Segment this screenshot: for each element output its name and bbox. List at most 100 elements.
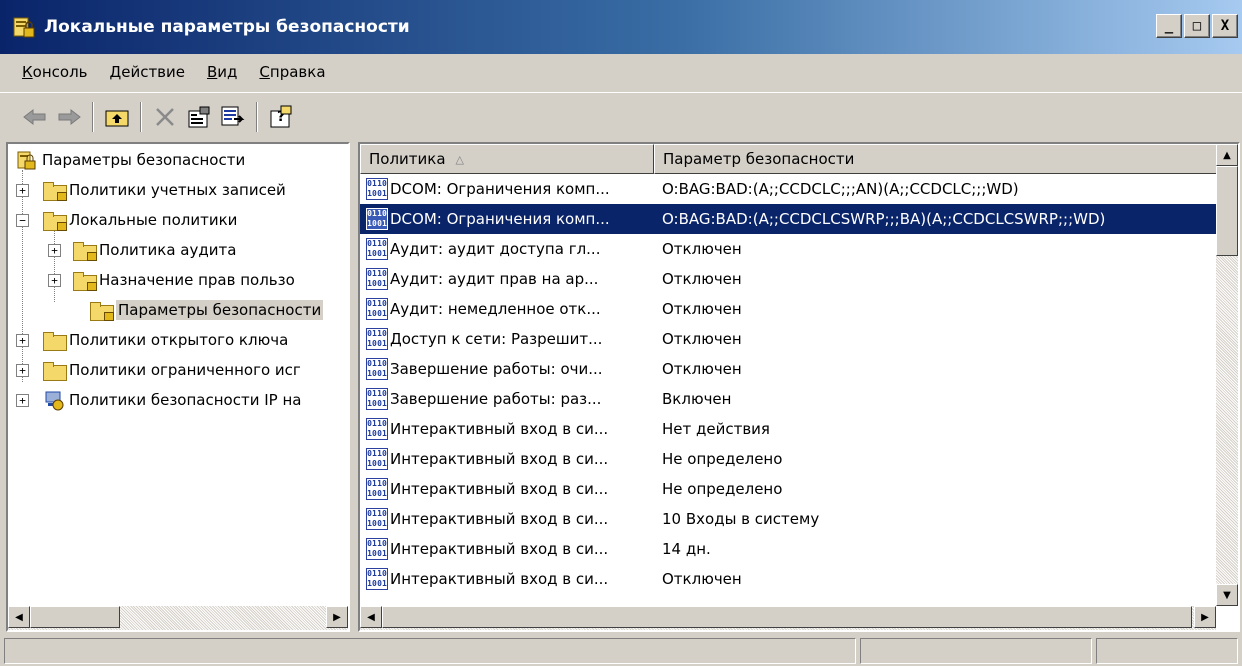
- close-button[interactable]: X: [1212, 14, 1238, 38]
- tree-pane[interactable]: Параметры безопасности + Политики учетны…: [6, 142, 350, 632]
- tree-item-account-policies[interactable]: + Политики учетных записей: [16, 176, 286, 204]
- policy-cell: 01 10 10 01 Аудит: аудит прав на ар...: [360, 268, 654, 290]
- title-bar[interactable]: Локальные параметры безопасности _ □ X: [0, 0, 1242, 54]
- table-row[interactable]: 01 10 10 01 Аудит: аудит доступа гл... Отключ…: [360, 234, 1218, 264]
- policy-setting-icon: 01 10 10 01: [366, 538, 388, 560]
- expand-icon[interactable]: +: [16, 363, 29, 377]
- tree-item-security-settings-root[interactable]: Параметры безопасности: [12, 146, 245, 174]
- column-header-setting[interactable]: Параметр безопасности: [654, 144, 1218, 174]
- toolbar: ?: [0, 92, 1242, 140]
- policy-cell: 01 10 10 01 Интерактивный вход в си...: [360, 418, 654, 440]
- scroll-right-button[interactable]: ▶: [326, 606, 348, 628]
- scroll-right-button[interactable]: ▶: [1194, 606, 1216, 628]
- menu-view[interactable]: Вид: [207, 63, 237, 81]
- policy-cell: 01 10 10 01 Интерактивный вход в си...: [360, 568, 654, 590]
- delete-icon[interactable]: [148, 100, 182, 134]
- policy-setting-icon: 01 10 10 01: [366, 268, 388, 290]
- security-setting-value: Не определено: [662, 480, 783, 498]
- menu-help[interactable]: Справка: [259, 63, 325, 81]
- help-icon[interactable]: ?: [264, 100, 298, 134]
- scroll-left-button[interactable]: ◀: [8, 606, 30, 628]
- scroll-thumb[interactable]: [1216, 166, 1238, 256]
- table-row[interactable]: 01 10 10 01 Интерактивный вход в си... Не опр…: [360, 444, 1218, 474]
- tree-item-label: Назначение прав пользо: [99, 271, 295, 289]
- collapse-icon[interactable]: −: [16, 213, 29, 227]
- policy-cell: 01 10 10 01 Интерактивный вход в си...: [360, 478, 654, 500]
- expand-icon[interactable]: +: [48, 273, 61, 287]
- security-setting-value: 14 дн.: [662, 540, 711, 558]
- properties-icon[interactable]: [182, 100, 216, 134]
- ip-security-icon: [43, 390, 65, 411]
- policy-name: DCOM: Ограничения комп...: [390, 210, 610, 228]
- maximize-button[interactable]: □: [1184, 14, 1210, 38]
- security-policy-icon: [12, 14, 38, 40]
- tree-item-local-policies[interactable]: − Локальные политики: [16, 206, 237, 234]
- table-row[interactable]: 01 10 10 01 Интерактивный вход в си... 10 Вхо…: [360, 504, 1218, 534]
- status-bar: [0, 636, 1242, 666]
- expand-icon[interactable]: +: [16, 183, 29, 197]
- policy-setting-icon: 01 10 10 01: [366, 178, 388, 200]
- tree-item-public-key-policies[interactable]: + Политики открытого ключа: [16, 326, 288, 354]
- back-arrow-icon[interactable]: [18, 100, 52, 134]
- security-setting-value: Отключен: [662, 270, 742, 288]
- tree-item-audit-policy[interactable]: + Политика аудита: [48, 236, 236, 264]
- menu-console[interactable]: Консоль: [22, 63, 88, 81]
- table-row[interactable]: 01 10 10 01 Завершение работы: раз... Включен: [360, 384, 1218, 414]
- folder-lock-icon: [90, 301, 114, 321]
- table-row[interactable]: 01 10 10 01 Интерактивный вход в си... Нет де…: [360, 414, 1218, 444]
- policy-name: DCOM: Ограничения комп...: [390, 180, 610, 198]
- status-panel-3: [1096, 638, 1238, 664]
- tree-item-label: Политики ограниченного исг: [69, 361, 301, 379]
- policy-setting-icon: 01 10 10 01: [366, 328, 388, 350]
- table-row[interactable]: 01 10 10 01 Завершение работы: очи... Отключе…: [360, 354, 1218, 384]
- table-row[interactable]: 01 10 10 01 Интерактивный вход в си... Не опр…: [360, 474, 1218, 504]
- console-tree: Параметры безопасности + Политики учетны…: [8, 144, 348, 606]
- table-row[interactable]: 01 10 10 01 Аудит: аудит прав на ар... Отключ…: [360, 264, 1218, 294]
- table-row[interactable]: 01 10 10 01 DCOM: Ограничения комп... O:BAG:B…: [360, 174, 1218, 204]
- security-root-icon: [16, 150, 38, 170]
- tree-item-ip-security-policies[interactable]: + Политики безопасности IP на: [16, 386, 301, 414]
- tree-item-label: Политики безопасности IP на: [69, 391, 302, 409]
- tree-horizontal-scrollbar[interactable]: ◀ ▶: [8, 606, 348, 630]
- table-row[interactable]: 01 10 10 01 Интерактивный вход в си... Отключ…: [360, 564, 1218, 594]
- menu-action[interactable]: Действие: [110, 63, 186, 81]
- policy-name: Доступ к сети: Разрешит...: [390, 330, 603, 348]
- scroll-up-button[interactable]: ▲: [1216, 144, 1238, 166]
- minimize-button[interactable]: _: [1156, 14, 1182, 38]
- table-row[interactable]: 01 10 10 01 Интерактивный вход в си... 14 дн.: [360, 534, 1218, 564]
- policy-setting-icon: 01 10 10 01: [366, 478, 388, 500]
- expand-icon[interactable]: +: [16, 333, 29, 347]
- list-pane[interactable]: Политика △ Параметр безопасности 01 10 10 0…: [358, 142, 1240, 632]
- table-row[interactable]: 01 10 10 01 DCOM: Ограничения комп... O:BAG:B…: [360, 204, 1218, 234]
- up-folder-icon[interactable]: [100, 100, 134, 134]
- tree-item-user-rights[interactable]: + Назначение прав пользо: [48, 266, 295, 294]
- policy-name: Интерактивный вход в си...: [390, 540, 609, 558]
- export-list-icon[interactable]: [216, 100, 250, 134]
- scroll-down-button[interactable]: ▼: [1216, 584, 1238, 606]
- policy-name: Аудит: немедленное отк...: [390, 300, 601, 318]
- forward-arrow-icon[interactable]: [52, 100, 86, 134]
- policy-name: Завершение работы: раз...: [390, 390, 602, 408]
- security-setting-value: Отключен: [662, 360, 742, 378]
- expand-icon[interactable]: +: [48, 243, 61, 257]
- policy-name: Аудит: аудит прав на ар...: [390, 270, 599, 288]
- table-row[interactable]: 01 10 10 01 Аудит: немедленное отк... Отключе…: [360, 294, 1218, 324]
- tree-item-restriction-policies[interactable]: + Политики ограниченного исг: [16, 356, 301, 384]
- scroll-thumb[interactable]: [30, 606, 120, 628]
- policy-name: Завершение работы: очи...: [390, 360, 603, 378]
- scroll-thumb[interactable]: [382, 606, 1192, 628]
- column-header-policy[interactable]: Политика △: [360, 144, 654, 174]
- policy-setting-icon: 01 10 10 01: [366, 388, 388, 410]
- list-vertical-scrollbar[interactable]: ▲ ▼: [1216, 144, 1238, 606]
- tree-item-security-options[interactable]: Параметры безопасности: [76, 296, 324, 324]
- policy-name: Аудит: аудит доступа гл...: [390, 240, 601, 258]
- tree-item-label: Параметры безопасности: [42, 151, 246, 169]
- policy-name: Интерактивный вход в си...: [390, 420, 609, 438]
- tree-item-label: Политики учетных записей: [69, 181, 286, 199]
- policy-cell: 01 10 10 01 Интерактивный вход в си...: [360, 508, 654, 530]
- scroll-left-button[interactable]: ◀: [360, 606, 382, 628]
- security-setting-value: Отключен: [662, 300, 742, 318]
- list-horizontal-scrollbar[interactable]: ◀ ▶: [360, 606, 1216, 630]
- table-row[interactable]: 01 10 10 01 Доступ к сети: Разрешит... Отключ…: [360, 324, 1218, 354]
- expand-icon[interactable]: +: [16, 393, 29, 407]
